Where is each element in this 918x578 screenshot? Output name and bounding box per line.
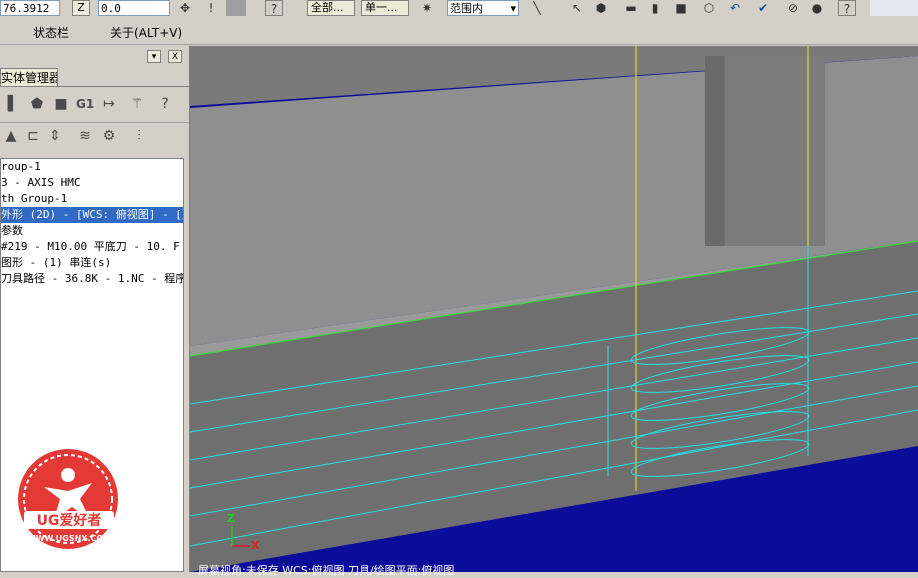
solid-blob-icon[interactable]: ⬟ xyxy=(28,95,46,113)
coord-input[interactable]: 76.3912 xyxy=(0,0,60,16)
cursor-select-icon[interactable]: ↖ xyxy=(568,0,586,16)
tree-item-contour-operation[interactable]: 外形 (2D) - [WCS: 俯视图] - [刀 xyxy=(1,207,183,223)
point-icon[interactable]: ! xyxy=(202,0,220,16)
panel-icon-row-1: ▌ ⬟ ■ G1 ↦ ⚚ ? xyxy=(0,92,189,116)
solid-square-icon[interactable]: ▌ xyxy=(4,95,22,113)
panel-icon-row-2: ▲ ⊏ ⇕ ≋ ⚙ ⫶ xyxy=(0,124,189,148)
select-single-button[interactable]: 单一... xyxy=(361,0,409,16)
wand-icon[interactable]: ⚚ xyxy=(128,95,146,113)
tool-arrow-icon[interactable]: ↦ xyxy=(100,95,118,113)
main-toolbar: 76.3912 Z 0.0 ✥ ! ? 全部... 单一... ✷ 范围内 ▾ ╲… xyxy=(0,0,918,21)
move-icon[interactable]: ✥ xyxy=(176,0,194,16)
logo-url-text: WWW.UGSNX.COM xyxy=(27,534,111,543)
axis-z-label: Z xyxy=(227,512,235,525)
help-icon[interactable]: ? xyxy=(265,0,283,16)
gear-icon[interactable]: ⚙ xyxy=(100,127,118,145)
verify-icon[interactable]: ✔ xyxy=(754,0,772,16)
wave-icon[interactable]: ≋ xyxy=(76,127,94,145)
viewport-status-text: 屏幕视角:未保存 WCS:俯视图 刀具/绘图平面:俯视图 xyxy=(198,564,455,577)
operations-panel: ▾ X 实体管理器 ▌ ⬟ ■ G1 ↦ ⚚ ? ▲ ⊏ ⇕ ≋ ⚙ ⫶ rou… xyxy=(0,46,190,572)
wand-select-icon[interactable]: ✷ xyxy=(418,0,436,16)
filter-icon[interactable]: ⫶ xyxy=(130,127,148,145)
box-icon[interactable]: ▬ xyxy=(622,0,640,16)
tree-item-toolpath[interactable]: 刀具路径 - 36.8K - 1.NC - 程序号 xyxy=(1,271,183,287)
triangle-icon[interactable]: ▲ xyxy=(2,127,20,145)
help-icon[interactable]: ? xyxy=(156,95,174,113)
axis-x-label: X xyxy=(251,539,260,552)
logo-brand-text: UG爱好者 xyxy=(37,512,102,529)
tab-divider xyxy=(0,86,189,87)
block-icon[interactable]: ■ xyxy=(672,0,690,16)
panel-close-button[interactable]: X xyxy=(168,50,182,63)
solid-block-icon[interactable]: ■ xyxy=(52,95,70,113)
tree-item-toolpath-group[interactable]: th Group-1 xyxy=(1,191,183,207)
prohibit-icon[interactable]: ⊘ xyxy=(784,0,802,16)
tab-entity-manager[interactable]: 实体管理器 xyxy=(0,68,58,86)
tree-item-machine[interactable]: 3 - AXIS HMC xyxy=(1,175,183,191)
step-icon[interactable]: ⊏ xyxy=(24,127,42,145)
cube-icon[interactable]: ⬡ xyxy=(700,0,718,16)
pocket-shadow xyxy=(705,56,725,246)
tree-item-parameters[interactable]: 参数 xyxy=(1,223,183,239)
menu-bar: 状态栏 关于(ALT+V) xyxy=(0,20,918,45)
z-axis-button[interactable]: Z xyxy=(72,0,90,16)
cylinder-icon[interactable]: ▮ xyxy=(646,0,664,16)
chevron-down-icon: ▾ xyxy=(510,2,516,15)
updown-icon[interactable]: ⇕ xyxy=(46,127,64,145)
panel-dropdown-button[interactable]: ▾ xyxy=(147,50,161,63)
ug-logo: UG爱好者 WWW.UGSNX.COM xyxy=(18,449,118,549)
range-select[interactable]: 范围内 ▾ xyxy=(447,0,519,16)
undo-icon[interactable]: ↶ xyxy=(726,0,744,16)
color-swatch-icon[interactable] xyxy=(226,0,246,16)
select-all-button[interactable]: 全部... xyxy=(307,0,355,16)
menu-status-bar[interactable]: 状态栏 xyxy=(33,24,69,41)
g1-icon[interactable]: G1 xyxy=(76,95,94,113)
circle-icon[interactable]: ● xyxy=(808,0,826,16)
graphics-viewport[interactable]: Z X xyxy=(190,46,918,572)
tree-item-geometry[interactable]: 图形 - (1) 串连(s) xyxy=(1,255,183,271)
help-icon-2[interactable]: ? xyxy=(838,0,856,16)
z-depth-input[interactable]: 0.0 xyxy=(98,0,170,16)
menu-about[interactable]: 关于(ALT+V) xyxy=(110,24,182,41)
part-model xyxy=(190,46,918,572)
icon-row-divider xyxy=(0,122,189,123)
solid-select-icon[interactable]: ⬢ xyxy=(592,0,610,16)
tree-item-group[interactable]: roup-1 xyxy=(1,159,183,175)
toolbar-spacer xyxy=(870,0,918,16)
tree-item-tool[interactable]: #219 - M10.00 平底刀 - 10. F xyxy=(1,239,183,255)
line-icon[interactable]: ╲ xyxy=(528,0,546,16)
